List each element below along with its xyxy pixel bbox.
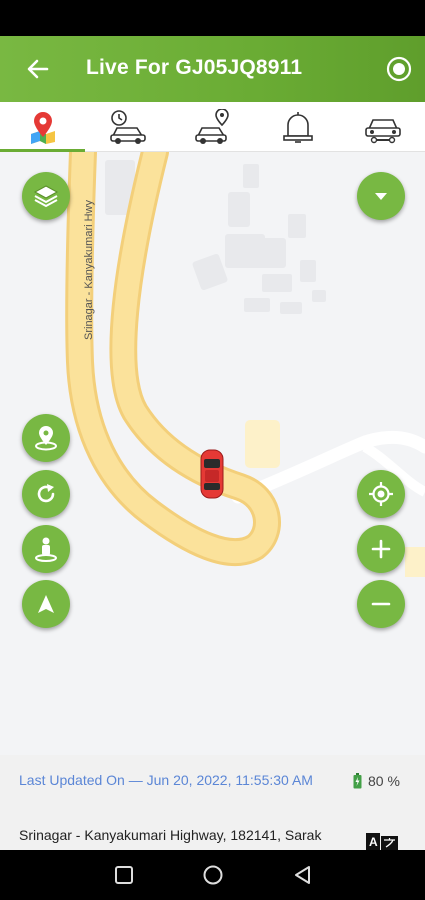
tab-car-location[interactable]	[170, 102, 255, 151]
car-pin-icon	[194, 108, 229, 144]
street-view-button[interactable]	[22, 525, 70, 573]
translate-icon[interactable]: A	[366, 833, 398, 850]
svg-text:A: A	[369, 835, 378, 849]
record-icon	[386, 56, 412, 82]
map-pin-icon	[30, 111, 55, 144]
navigation-arrow-icon	[38, 595, 54, 613]
battery-status: 80 %	[353, 773, 400, 789]
arrow-left-icon	[27, 59, 49, 79]
layers-icon	[33, 185, 59, 208]
map-view[interactable]: Srinagar - Kanyakumari Hwy	[0, 152, 425, 755]
crosshair-icon	[369, 482, 393, 506]
address-text: Srinagar - Kanyakumari Highway, 182141, …	[19, 827, 322, 843]
red-car-icon[interactable]	[200, 449, 224, 499]
road-label: Srinagar - Kanyakumari Hwy	[83, 200, 95, 340]
system-nav-bar	[0, 850, 425, 900]
plus-icon	[371, 539, 391, 559]
app-bar: Live For GJ05JQ8911	[0, 36, 425, 102]
chevron-down-icon	[375, 193, 387, 200]
vehicle-info-panel: Last Updated On — Jun 20, 2022, 11:55:30…	[0, 755, 425, 850]
navigate-button[interactable]	[22, 580, 70, 628]
tab-bar	[0, 102, 425, 152]
recent-apps-icon[interactable]	[113, 864, 135, 886]
street-view-icon	[35, 537, 57, 562]
car-wrench-icon	[364, 118, 401, 143]
status-bar	[0, 0, 425, 36]
page-title: Live For GJ05JQ8911	[86, 56, 303, 79]
tab-alerts[interactable]	[255, 102, 340, 151]
last-updated-text: Last Updated On — Jun 20, 2022, 11:55:30…	[19, 772, 313, 788]
battery-icon	[353, 773, 362, 789]
minus-icon	[371, 602, 391, 606]
map-layers-button[interactable]	[22, 172, 70, 220]
location-pin-button[interactable]	[22, 414, 70, 462]
back-nav-icon[interactable]	[292, 864, 314, 886]
tab-history[interactable]	[85, 102, 170, 151]
car-clock-icon	[109, 109, 146, 144]
dropdown-button[interactable]	[357, 172, 405, 220]
bell-icon	[282, 111, 313, 143]
back-button[interactable]	[22, 54, 54, 84]
refresh-button[interactable]	[22, 470, 70, 518]
refresh-icon	[37, 484, 55, 503]
location-pin-icon	[35, 426, 57, 451]
tab-vehicle-service[interactable]	[340, 102, 425, 151]
my-location-button[interactable]	[357, 470, 405, 518]
zoom-out-button[interactable]	[357, 580, 405, 628]
battery-level: 80 %	[368, 773, 400, 789]
tab-map-pin[interactable]	[0, 102, 85, 152]
zoom-in-button[interactable]	[357, 525, 405, 573]
home-icon[interactable]	[202, 864, 224, 886]
record-button[interactable]	[385, 55, 413, 83]
